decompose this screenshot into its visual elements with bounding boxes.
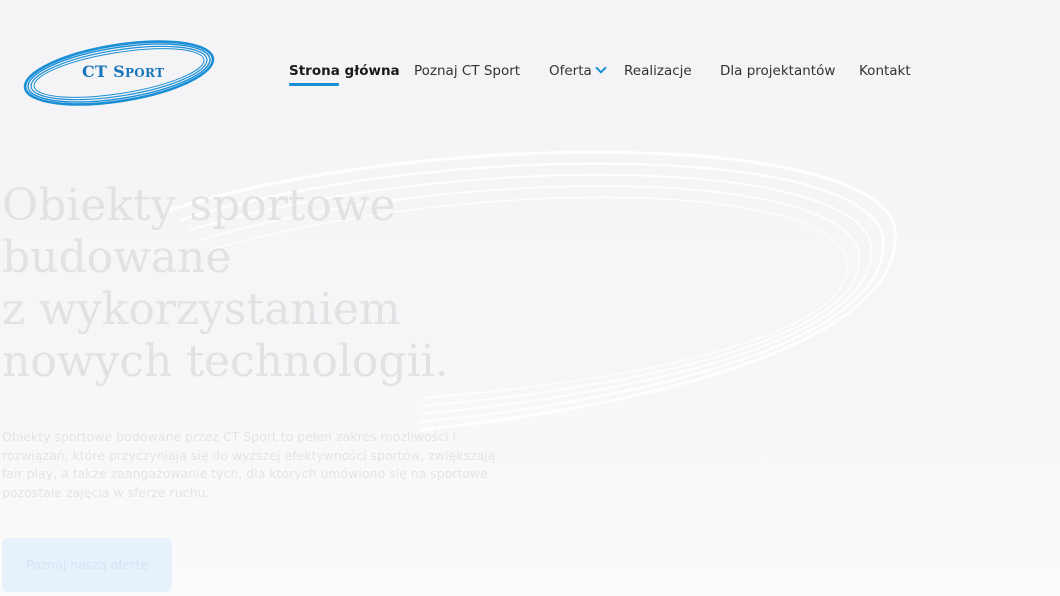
logo-wordmark-main: CT S bbox=[82, 62, 125, 81]
nav-item-label: Strona główna bbox=[289, 63, 400, 79]
nav-item-label: Kontakt bbox=[859, 63, 911, 79]
ct-sport-logo[interactable]: CT Sport bbox=[22, 38, 216, 108]
logo-wordmark: CT Sport bbox=[82, 62, 164, 81]
offer-cta-button[interactable]: Poznaj naszą ofertę bbox=[2, 538, 172, 592]
active-nav-indicator bbox=[289, 83, 339, 86]
hero-description-line: rozwiązań, które przyczyniają się do wyż… bbox=[2, 447, 496, 463]
nav-item-about[interactable]: Poznaj CT Sport bbox=[414, 60, 520, 82]
nav-item-label: Dla projektantów bbox=[720, 63, 836, 79]
nav-item-label: Oferta bbox=[549, 63, 592, 79]
logo-wordmark-smallcaps: port bbox=[124, 66, 165, 80]
hero-description: Obiekty sportowe budowane przez CT Sport… bbox=[2, 428, 502, 502]
hero-description-line: Obiekty sportowe budowane przez CT Sport… bbox=[2, 429, 457, 444]
nav-item-contact[interactable]: Kontakt bbox=[859, 60, 911, 82]
chevron-down-icon bbox=[595, 62, 607, 74]
hero-description-line: pozostałe zajęcia w sferze ruchu. bbox=[2, 484, 210, 500]
site-header: CT Sport Strona główna Poznaj CT Sport O… bbox=[0, 0, 1060, 140]
nav-item-designers[interactable]: Dla projektantów bbox=[720, 60, 835, 82]
hero-title-line: Obiekty sportowe bbox=[2, 180, 396, 231]
nav-item-home[interactable]: Strona główna bbox=[289, 60, 400, 86]
hero-title-line: budowane bbox=[2, 232, 232, 283]
hero-title-line: z wykorzystaniem bbox=[2, 284, 401, 335]
nav-item-label: Realizacje bbox=[624, 63, 692, 79]
hero-title-line: nowych technologii. bbox=[2, 336, 449, 387]
offer-cta-label: Poznaj naszą ofertę bbox=[25, 557, 149, 572]
nav-item-label: Poznaj CT Sport bbox=[414, 63, 521, 79]
nav-item-projects[interactable]: Realizacje bbox=[624, 60, 692, 82]
hero-description-line: fair play, a także zaangażowanie tych, d… bbox=[2, 466, 488, 481]
nav-item-offer[interactable]: Oferta bbox=[549, 60, 607, 82]
hero-title: Obiekty sportowe budowane z wykorzystani… bbox=[2, 180, 522, 388]
